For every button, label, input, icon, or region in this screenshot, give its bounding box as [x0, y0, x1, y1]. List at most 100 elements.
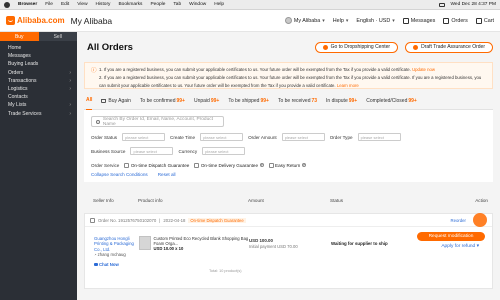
- sidebar-item-contacts[interactable]: Contacts: [0, 93, 77, 101]
- sidebar-item-label: My Lists: [8, 102, 27, 109]
- on-time-dispatch-checkbox[interactable]: On-time Dispatch Guarantee: [124, 162, 189, 168]
- help-label: Help: [332, 17, 344, 24]
- currency-select[interactable]: please select: [202, 147, 246, 155]
- menu-tab[interactable]: Tab: [173, 2, 181, 7]
- apply-refund-link[interactable]: Apply for refund ▾: [441, 244, 479, 249]
- tab-buy-again[interactable]: Buy Again: [101, 92, 131, 110]
- buy-tab[interactable]: Buy: [0, 32, 39, 41]
- sidebar-item-label: Contacts: [8, 94, 28, 101]
- header-page-title[interactable]: My Alibaba: [71, 16, 113, 26]
- column-action: Action: [475, 197, 488, 203]
- reorder-link[interactable]: Reorder: [450, 218, 466, 223]
- tab-to-be-received[interactable]: To be received 73: [278, 92, 317, 110]
- language-currency-menu[interactable]: English · USD ▾: [356, 18, 394, 24]
- sidebar-item-buying-leads[interactable]: Buying Leads: [0, 60, 77, 68]
- tab-unpaid[interactable]: Unpaid 99+: [194, 92, 219, 110]
- sidebar-item-transactions[interactable]: Transactions ›: [0, 77, 77, 85]
- business-source-label: Business Source: [91, 148, 126, 154]
- cart-link[interactable]: Cart: [475, 17, 494, 24]
- tab-label: To be shipped: [228, 97, 260, 104]
- cart-icon: [475, 17, 482, 24]
- product-name-link[interactable]: Custom Printed Eco Recycled Blank Shoppi…: [154, 236, 250, 246]
- order-type-select[interactable]: please select: [357, 133, 401, 141]
- chevron-down-icon: ▾: [345, 17, 349, 24]
- seller-info: Guangzhou Hongli Printing & Packaging Co…: [94, 236, 139, 277]
- tab-count: 99+: [348, 97, 358, 104]
- column-product: Product info: [138, 197, 163, 203]
- alibaba-logo[interactable]: Alibaba.com: [6, 16, 65, 25]
- more-actions-icon[interactable]: [473, 213, 487, 227]
- order-number[interactable]: Order No. 1912576750102070: [98, 218, 156, 223]
- tab-all[interactable]: All: [86, 92, 93, 110]
- menu-history[interactable]: History: [96, 2, 111, 7]
- menu-view[interactable]: View: [77, 2, 87, 7]
- update-now-link[interactable]: Update now: [412, 67, 435, 72]
- collapse-search-link[interactable]: Collapse Search Conditions: [91, 172, 148, 177]
- sidebar-item-my-lists[interactable]: My Lists ›: [0, 101, 77, 109]
- order-amount-label: Order Amount: [248, 134, 277, 140]
- draft-icon: [413, 44, 419, 50]
- request-modification-button[interactable]: Request modification: [417, 232, 485, 241]
- tab-count: 99+: [176, 97, 185, 104]
- tab-label: To be confirmed: [139, 97, 176, 104]
- order-status-select[interactable]: please select: [122, 133, 166, 141]
- reset-all-link[interactable]: Reset all: [158, 172, 176, 177]
- menu-bookmarks[interactable]: Bookmarks: [118, 2, 142, 7]
- page-title: All Orders: [87, 41, 133, 53]
- product-thumbnail[interactable]: [139, 236, 151, 250]
- menu-edit[interactable]: Edit: [61, 2, 69, 7]
- order-search-input[interactable]: Search By Order Id, Email, Name, Account…: [91, 116, 224, 127]
- checkbox-label: Easy Return: [275, 162, 301, 168]
- chevron-down-icon: ▾: [322, 17, 325, 24]
- draft-trade-assurance-button[interactable]: Draft Trade Assurance Order: [405, 41, 493, 53]
- tab-label: All: [86, 97, 93, 103]
- order-select-checkbox[interactable]: [90, 217, 95, 223]
- easy-return-checkbox[interactable]: Easy Return?: [268, 162, 306, 168]
- sidebar-item-messages[interactable]: Messages: [0, 52, 77, 60]
- order-amount-select[interactable]: please select: [281, 133, 325, 141]
- tab-to-be-confirmed[interactable]: To be confirmed 99+: [140, 92, 185, 110]
- order-status-tabs: All Buy Again To be confirmed 99+ Unpaid 9…: [84, 92, 493, 110]
- orders-table-header: Seller Info Product info Amount Status A…: [84, 194, 493, 206]
- sidebar-item-trade-services[interactable]: Trade Services ›: [0, 110, 77, 118]
- sidebar-item-orders[interactable]: Orders ›: [0, 69, 77, 77]
- tab-to-be-shipped[interactable]: To be shipped 99+: [228, 92, 269, 110]
- chat-now-button[interactable]: Chat Now: [94, 262, 139, 267]
- seller-contact: ◔ zhang mchaug: [94, 252, 139, 257]
- account-menu[interactable]: My Alibaba ▾: [284, 17, 325, 24]
- search-placeholder: Search By Order Id, Email, Name, Account…: [102, 116, 213, 127]
- page-topbar: All Orders Go to Dropshipping Center Dra…: [84, 32, 493, 62]
- menubar-status: Wed Dec 28 4:37 PM: [439, 2, 496, 7]
- dropshipping-center-button[interactable]: Go to Dropshipping Center: [314, 41, 399, 53]
- help-menu[interactable]: Help ▾: [333, 18, 349, 24]
- sidebar-item-home[interactable]: Home: [0, 44, 77, 52]
- messages-link[interactable]: Messages: [402, 17, 435, 24]
- main-content: All Orders Go to Dropshipping Center Dra…: [77, 32, 500, 300]
- tab-label: Completed/Closed: [366, 97, 408, 104]
- column-amount: Amount: [248, 197, 264, 203]
- buy-sell-toggle: Buy Sell: [0, 32, 77, 41]
- sell-tab[interactable]: Sell: [38, 32, 77, 41]
- menubar-app-name[interactable]: Browser: [18, 2, 37, 7]
- notice-text-2: 2. If you are a registered business, you…: [99, 75, 482, 88]
- menu-window[interactable]: Window: [189, 2, 206, 7]
- seller-name-link[interactable]: Guangzhou Hongli Printing & Packaging Co…: [94, 236, 139, 252]
- tab-label: Buy Again: [108, 97, 131, 104]
- create-time-select[interactable]: please select: [200, 133, 244, 141]
- tab-completed-closed[interactable]: Completed/Closed 99+: [366, 92, 417, 110]
- orders-link[interactable]: Orders: [443, 17, 468, 24]
- tab-in-dispute[interactable]: In dispute 99+: [326, 92, 357, 110]
- dropship-icon: [322, 44, 328, 50]
- on-time-delivery-checkbox[interactable]: On-time Delivery Guarantee?: [194, 162, 264, 168]
- help-icon[interactable]: ?: [301, 163, 306, 167]
- menu-help[interactable]: Help: [214, 2, 224, 7]
- avatar: [284, 17, 292, 24]
- sidebar-item-label: Transactions: [8, 77, 37, 84]
- menu-people[interactable]: People: [150, 2, 165, 7]
- business-source-select[interactable]: please select: [130, 147, 174, 155]
- sidebar-item-logistics[interactable]: Logistics ›: [0, 85, 77, 93]
- help-icon[interactable]: ?: [259, 163, 264, 167]
- apple-icon[interactable]: [4, 1, 10, 8]
- menu-file[interactable]: File: [45, 2, 53, 7]
- learn-more-link[interactable]: Learn more: [337, 83, 359, 88]
